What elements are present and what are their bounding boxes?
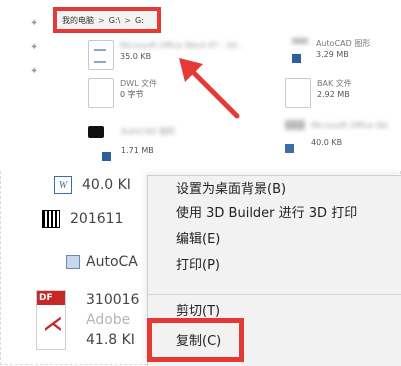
menu-item-3d-print[interactable]: 使用 3D Builder 进行 3D 打印 [176,204,357,224]
file-item[interactable]: AutoCAD 图形 1.71 MB [88,126,175,165]
file-name: Microsoft Office Word 97 - 20... [120,41,244,50]
list-item[interactable]: 201611 [42,210,123,228]
list-item[interactable]: 41.8 KI [86,332,135,348]
list-item[interactable]: W 40.0 KI [54,176,131,194]
file-size: 0 字节 [120,90,144,99]
red-arrow-icon [179,58,240,119]
file-size: 3.29 MB [316,50,349,59]
pdf-icon: DF ⋌ [36,290,66,350]
file-size: 1.71 MB [121,146,154,155]
list-item-text: 201611 [70,211,124,227]
qr-file-icon [42,210,60,228]
file-explorer-pane: ✦ ✦ ✦ 我的电脑 > G:\ > G: Microsoft Office Wor… [0,0,401,170]
file-name: AutoCAD 图形 [121,127,176,136]
highlight-box-breadcrumb [53,7,161,33]
list-item-text: 41.8 KI [86,332,135,348]
file-item[interactable]: DWL 文件 0 字节 [88,78,157,108]
file-item[interactable]: AutoCAD 图形 3.29 MB [292,38,370,67]
word-doc-icon [285,120,305,157]
file-name: AutoCAD 图形 [316,39,371,48]
file-size: 40.0 KB [311,138,343,147]
list-item[interactable]: Adobe [86,312,130,328]
quick-access-pins: ✦ ✦ ✦ [30,18,39,77]
list-item-text: AutoCA [86,254,138,270]
list-item[interactable]: AutoCA [66,254,138,270]
file-size: 2.92 MB [317,90,350,99]
autocad-icon [292,38,310,67]
autocad-icon [88,126,115,165]
menu-divider [148,294,401,295]
list-item[interactable]: 310016 [86,292,139,308]
file-item[interactable]: Microsoft Office Wo 40.0 KB [285,120,388,157]
menu-item-set-as-desktop-background[interactable]: 设置为桌面背景(B) [176,180,286,200]
list-item-text: 40.0 KI [82,177,131,193]
file-name: Microsoft Office Wo [311,121,389,130]
blank-file-icon [285,78,311,108]
acrobat-logo-icon: ⋌ [43,311,63,335]
blank-file-icon [88,78,114,108]
menu-item-print[interactable]: 打印(P) [176,256,220,276]
list-item-text: Adobe [86,312,131,328]
file-name: BAK 文件 [317,79,352,88]
list-item-text: 310016 [86,292,140,308]
file-item[interactable]: BAK 文件 2.92 MB [285,78,352,108]
pdf-label: DF [37,291,65,305]
menu-item-edit[interactable]: 编辑(E) [176,230,220,250]
word-doc-icon [88,40,114,70]
autocad-icon [66,255,80,269]
word-icon: W [54,176,72,194]
file-list-partial: W 40.0 KI 201611 AutoCA DF ⋌ 310016 Adob… [36,170,156,365]
file-name: DWL 文件 [120,79,158,88]
highlight-box-copy [147,318,244,362]
